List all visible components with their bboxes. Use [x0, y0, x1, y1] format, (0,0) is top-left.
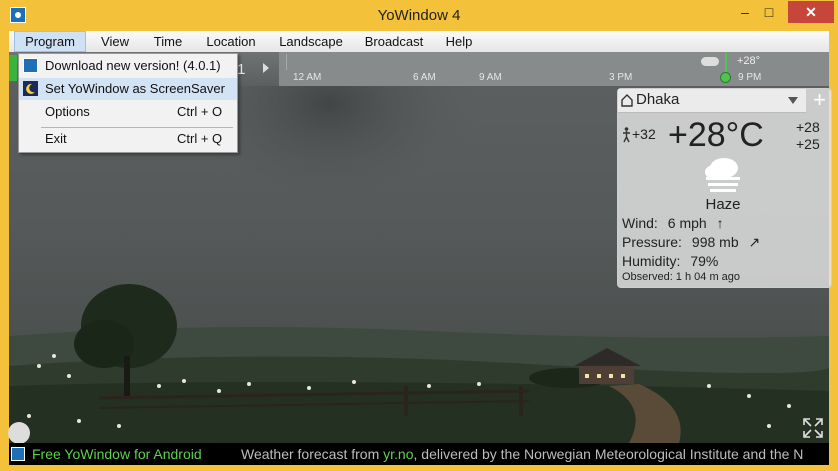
feels-like-temp: +32	[632, 126, 656, 142]
program-menu-dropdown: Download new version! (4.0.1) Set YoWind…	[18, 53, 238, 153]
menu-item-options[interactable]: Options Ctrl + O	[19, 101, 237, 123]
pressure-row: Pressure: 998 mb ↗	[622, 234, 760, 251]
pressure-label: Pressure:	[622, 234, 682, 250]
location-header[interactable]: Dhaka	[618, 89, 806, 113]
menu-bar: Program View Time Location Landscape Bro…	[9, 31, 829, 53]
current-temperature: +28°C	[668, 116, 764, 154]
timeline-cursor-dot[interactable]	[720, 72, 731, 83]
timeline-tick-label: 6 AM	[413, 72, 436, 83]
fullscreen-icon[interactable]	[802, 417, 824, 439]
menu-item-shortcut: Ctrl + O	[177, 104, 223, 119]
haze-icon	[705, 158, 740, 192]
minimize-button[interactable]: –	[738, 1, 752, 23]
low-temp: +25	[796, 136, 820, 152]
location-name: Dhaka	[636, 91, 680, 108]
menu-item-label: Exit	[45, 131, 67, 146]
add-location-button[interactable]: +	[808, 89, 831, 112]
timeline-tick-label: 9 AM	[479, 72, 502, 83]
credit-suffix: , delivered by the Norwegian Meteorologi…	[413, 446, 804, 462]
humidity-row: Humidity: 79%	[622, 253, 718, 269]
android-promo-link[interactable]: Free YoWindow for Android	[32, 446, 202, 462]
pressure-value: 998 mb	[691, 234, 739, 250]
time-slider-handle[interactable]	[9, 55, 17, 81]
weather-panel: Dhaka + +32 +28°C +28 +25 Haze Wind: 6 mp…	[617, 88, 832, 288]
yowindow-icon	[11, 447, 25, 461]
menu-program[interactable]: Program	[14, 31, 86, 52]
chevron-down-icon[interactable]	[788, 97, 798, 104]
weather-condition: Haze	[705, 196, 741, 213]
timeline-tick-label: 9 PM	[738, 72, 762, 83]
wind-direction-icon: ↑	[716, 215, 724, 231]
app-window: YoWindow 4 – □ ✕ Program View Time Locat…	[0, 0, 838, 471]
menu-item-label: Options	[45, 104, 90, 119]
forecast-credit: Weather forecast from yr.no, delivered b…	[241, 446, 803, 462]
wind-label: Wind:	[622, 215, 658, 231]
credit-prefix: Weather forecast from	[241, 446, 384, 462]
title-bar: YoWindow 4 – □ ✕	[0, 0, 838, 31]
pressure-trend-icon: ↗	[748, 234, 761, 250]
menu-help[interactable]: Help	[439, 31, 479, 52]
menu-broadcast[interactable]: Broadcast	[359, 31, 429, 52]
status-bar: Free YoWindow for Android Weather foreca…	[9, 443, 829, 465]
timeline-temperature: +28°	[737, 55, 761, 67]
timeline-tick	[286, 54, 287, 70]
menu-view[interactable]: View	[95, 31, 135, 52]
home-icon	[621, 94, 633, 107]
menu-item-exit[interactable]: Exit Ctrl + Q	[19, 128, 237, 150]
window-title: YoWindow 4	[377, 7, 461, 24]
menu-item-label: Set YoWindow as ScreenSaver	[45, 81, 225, 96]
day-indicator: 1	[237, 61, 246, 78]
maximize-button[interactable]: □	[762, 1, 776, 23]
menu-item-download-update[interactable]: Download new version! (4.0.1)	[19, 55, 237, 77]
moon-icon	[23, 81, 38, 96]
timeline-tick-label: 12 AM	[293, 72, 322, 83]
cloud-icon	[701, 57, 719, 66]
timeline-tick-label: 3 PM	[609, 72, 633, 83]
humidity-label: Humidity:	[622, 253, 681, 269]
person-icon	[623, 127, 630, 143]
menu-time[interactable]: Time	[147, 31, 189, 52]
humidity-value: 79%	[690, 253, 719, 269]
close-button[interactable]: ✕	[788, 1, 834, 23]
timeline[interactable]: 12 AM 6 AM 9 AM 3 PM 9 PM +28°	[279, 52, 829, 86]
observed-time: Observed: 1 h 04 m ago	[622, 271, 741, 283]
menu-item-shortcut: Ctrl + Q	[177, 131, 223, 146]
wind-value: 6 mph	[667, 215, 707, 231]
wind-row: Wind: 6 mph ↑	[622, 215, 724, 231]
next-day-icon[interactable]	[263, 63, 269, 73]
ball-icon	[8, 422, 30, 444]
menu-location[interactable]: Location	[201, 31, 261, 52]
yowindow-icon	[23, 58, 38, 73]
menu-landscape[interactable]: Landscape	[271, 31, 351, 52]
menu-item-screensaver[interactable]: Set YoWindow as ScreenSaver	[19, 78, 237, 100]
yr-link[interactable]: yr.no	[383, 446, 413, 462]
menu-item-label: Download new version! (4.0.1)	[45, 58, 221, 73]
high-temp: +28	[796, 119, 820, 135]
